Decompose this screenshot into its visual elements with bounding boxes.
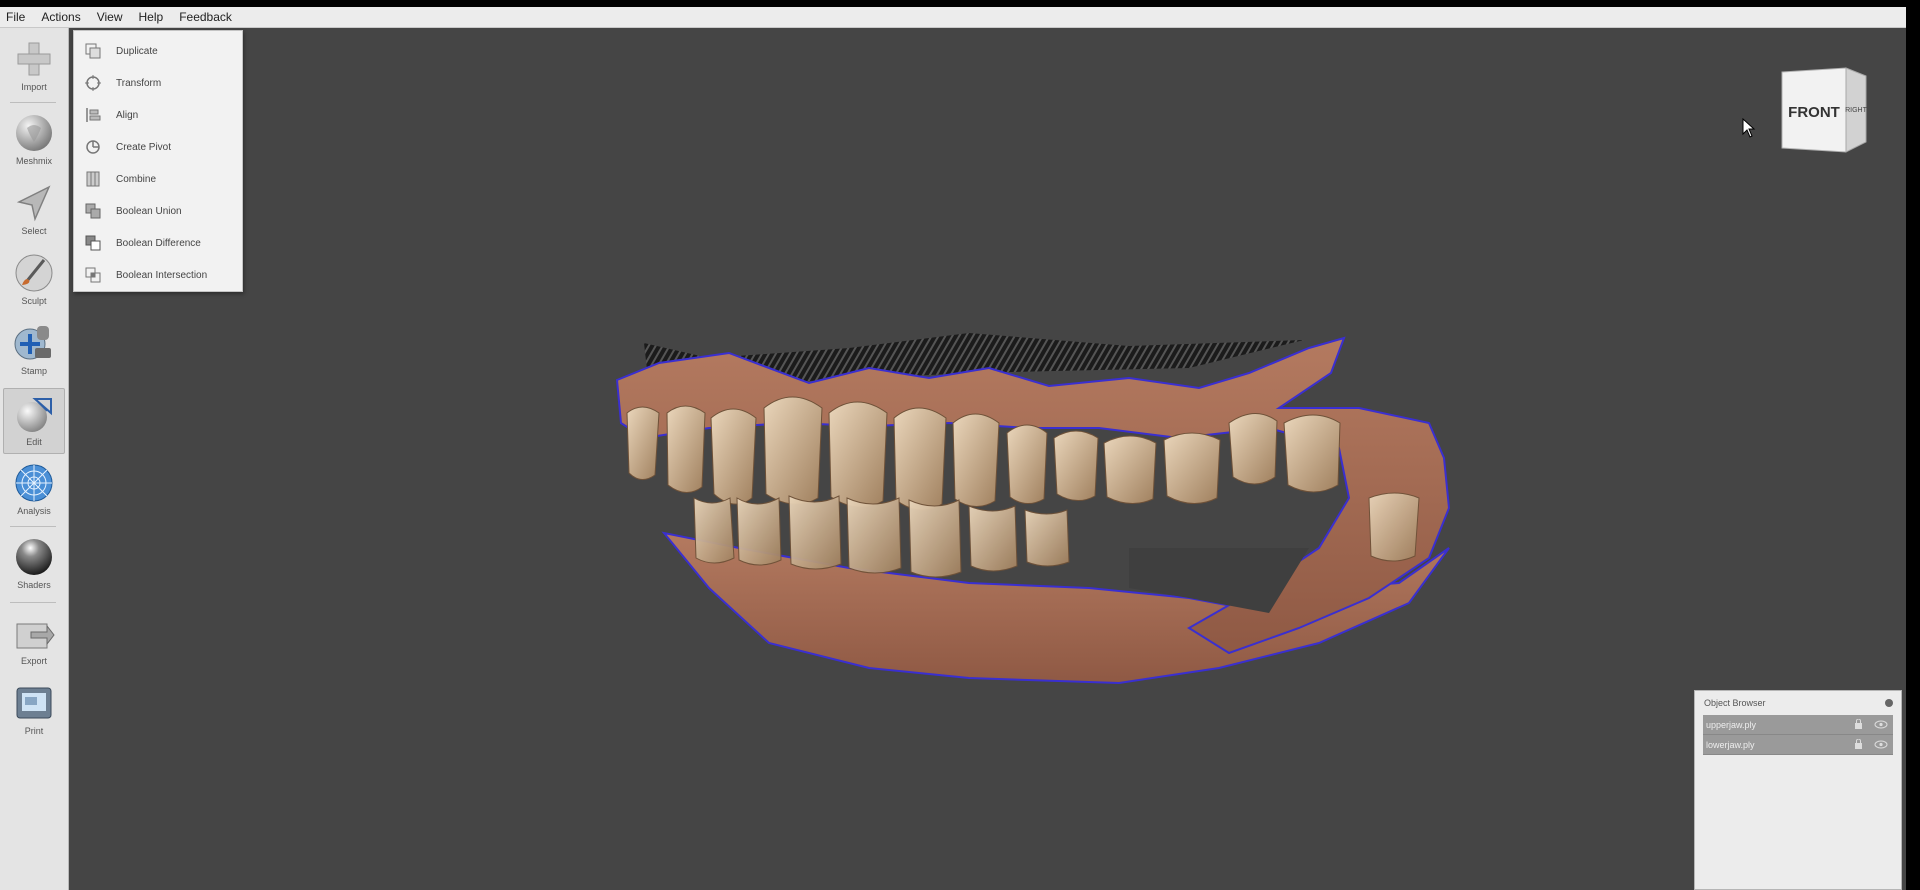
- mouse-cursor-icon: [1742, 118, 1756, 138]
- menu-item-label: Boolean Difference: [116, 237, 201, 249]
- menu-actions[interactable]: Actions: [33, 10, 88, 24]
- combine-icon: [86, 171, 100, 187]
- edit-icon: [17, 398, 52, 432]
- menu-item-boolean-union[interactable]: Boolean Union: [74, 195, 242, 227]
- menu-file[interactable]: File: [0, 10, 33, 24]
- toolbar-divider: [10, 102, 56, 103]
- menu-bar: File Actions View Help Feedback: [0, 7, 1906, 28]
- view-cube-front-label[interactable]: FRONT: [1788, 104, 1840, 121]
- menu-item-label: Combine: [116, 173, 157, 185]
- tool-import[interactable]: Import: [3, 34, 65, 100]
- tool-label: Shaders: [17, 580, 51, 590]
- tool-label: Print: [24, 726, 44, 736]
- tool-edit[interactable]: Edit: [3, 388, 65, 454]
- boolean-intersection-icon: [85, 267, 101, 283]
- left-toolbar: Import Meshmix Select Sculpt Stamp Edit …: [0, 28, 69, 890]
- menu-item-combine[interactable]: Combine: [74, 163, 242, 195]
- export-icon: [16, 623, 55, 649]
- shaders-icon: [16, 539, 52, 575]
- view-cube[interactable]: FRONT RIGHT: [1770, 62, 1880, 158]
- object-row-upperjaw[interactable]: upperjaw.ply: [1703, 715, 1893, 735]
- menu-item-create-pivot[interactable]: Create Pivot: [74, 131, 242, 163]
- print-icon: [16, 687, 52, 719]
- tool-label: Analysis: [17, 506, 51, 516]
- 3d-viewport[interactable]: [69, 28, 1906, 890]
- tool-label: Stamp: [20, 366, 47, 376]
- menu-item-label: Boolean Union: [116, 205, 182, 217]
- window-edge: [1906, 0, 1920, 890]
- meshmix-icon: [16, 115, 52, 151]
- menu-item-boolean-difference[interactable]: Boolean Difference: [74, 227, 242, 259]
- menu-view[interactable]: View: [89, 10, 131, 24]
- tool-export[interactable]: Export: [3, 608, 65, 674]
- menu-item-duplicate[interactable]: Duplicate: [74, 35, 242, 67]
- tool-stamp[interactable]: Stamp: [3, 318, 65, 384]
- eye-icon[interactable]: [1874, 720, 1888, 729]
- object-browser-header: Object Browser: [1695, 691, 1901, 715]
- tool-sculpt[interactable]: Sculpt: [3, 248, 65, 314]
- menu-help[interactable]: Help: [131, 10, 172, 24]
- tool-label: Import: [21, 82, 47, 92]
- analysis-icon: [15, 464, 53, 502]
- pivot-icon: [86, 140, 100, 154]
- menu-item-label: Duplicate: [116, 45, 158, 57]
- menu-item-label: Boolean Intersection: [116, 269, 208, 281]
- tool-label: Export: [20, 656, 47, 666]
- edit-menu: Duplicate Transform Align Create Pivot C…: [73, 30, 243, 292]
- boolean-difference-icon: [85, 235, 101, 251]
- object-name: upperjaw.ply: [1706, 719, 1757, 730]
- boolean-union-icon: [85, 203, 101, 219]
- view-cube-right-label[interactable]: RIGHT: [1845, 107, 1868, 114]
- menu-item-transform[interactable]: Transform: [74, 67, 242, 99]
- tool-select[interactable]: Select: [3, 178, 65, 244]
- plus-icon: [17, 42, 51, 76]
- dental-model[interactable]: [69, 28, 1906, 890]
- object-row-lowerjaw[interactable]: lowerjaw.ply: [1703, 735, 1893, 755]
- menu-item-align[interactable]: Align: [74, 99, 242, 131]
- brush-icon: [15, 254, 53, 292]
- lock-icon[interactable]: [1854, 719, 1863, 729]
- duplicate-icon: [85, 43, 101, 59]
- menu-item-boolean-intersection[interactable]: Boolean Intersection: [74, 259, 242, 291]
- menu-item-label: Align: [116, 109, 139, 121]
- lock-icon[interactable]: [1854, 739, 1863, 749]
- menu-item-label: Create Pivot: [116, 141, 172, 153]
- menu-feedback[interactable]: Feedback: [171, 10, 240, 24]
- object-name: lowerjaw.ply: [1706, 739, 1755, 750]
- toolbar-divider: [10, 526, 56, 527]
- menu-item-label: Transform: [116, 77, 162, 89]
- stamp-icon: [14, 326, 51, 360]
- tool-label: Meshmix: [15, 156, 52, 166]
- tool-analysis[interactable]: Analysis: [3, 458, 65, 524]
- toolbar-divider: [10, 602, 56, 603]
- tool-shaders[interactable]: Shaders: [3, 532, 65, 598]
- eye-icon[interactable]: [1874, 740, 1888, 749]
- tool-label: Select: [21, 226, 47, 236]
- select-arrow-icon: [16, 185, 51, 222]
- transform-icon: [85, 75, 101, 91]
- tool-label: Edit: [26, 437, 42, 447]
- close-icon[interactable]: [1885, 699, 1893, 707]
- tool-label: Sculpt: [21, 296, 47, 306]
- object-browser-panel: Object Browser upperjaw.ply lowerjaw.ply: [1694, 690, 1902, 890]
- tool-print[interactable]: Print: [3, 678, 65, 744]
- object-browser-title: Object Browser: [1704, 698, 1766, 708]
- align-icon: [86, 108, 101, 122]
- tool-meshmix[interactable]: Meshmix: [3, 108, 65, 174]
